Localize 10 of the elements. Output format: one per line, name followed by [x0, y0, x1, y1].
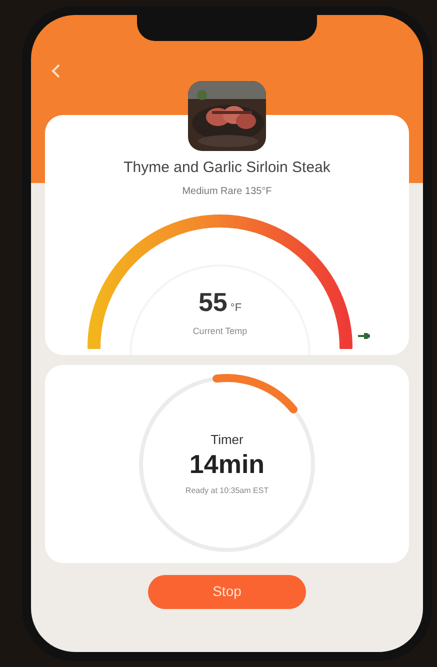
ready-time: Ready at 10:35am EST	[185, 484, 269, 497]
timer-title: Timer	[210, 431, 244, 450]
back-icon[interactable]	[51, 62, 61, 79]
recipe-title: Thyme and Garlic Sirloin Steak	[124, 158, 330, 178]
marker-icon	[358, 332, 370, 338]
timer-remaining: 14min	[189, 450, 265, 479]
current-temp-label: Current Temp	[192, 325, 248, 338]
stop-button[interactable]: Stop	[148, 574, 306, 608]
temperature-reading: 55°F	[198, 289, 242, 315]
doneness-label: Medium Rare 135°F	[182, 184, 272, 198]
